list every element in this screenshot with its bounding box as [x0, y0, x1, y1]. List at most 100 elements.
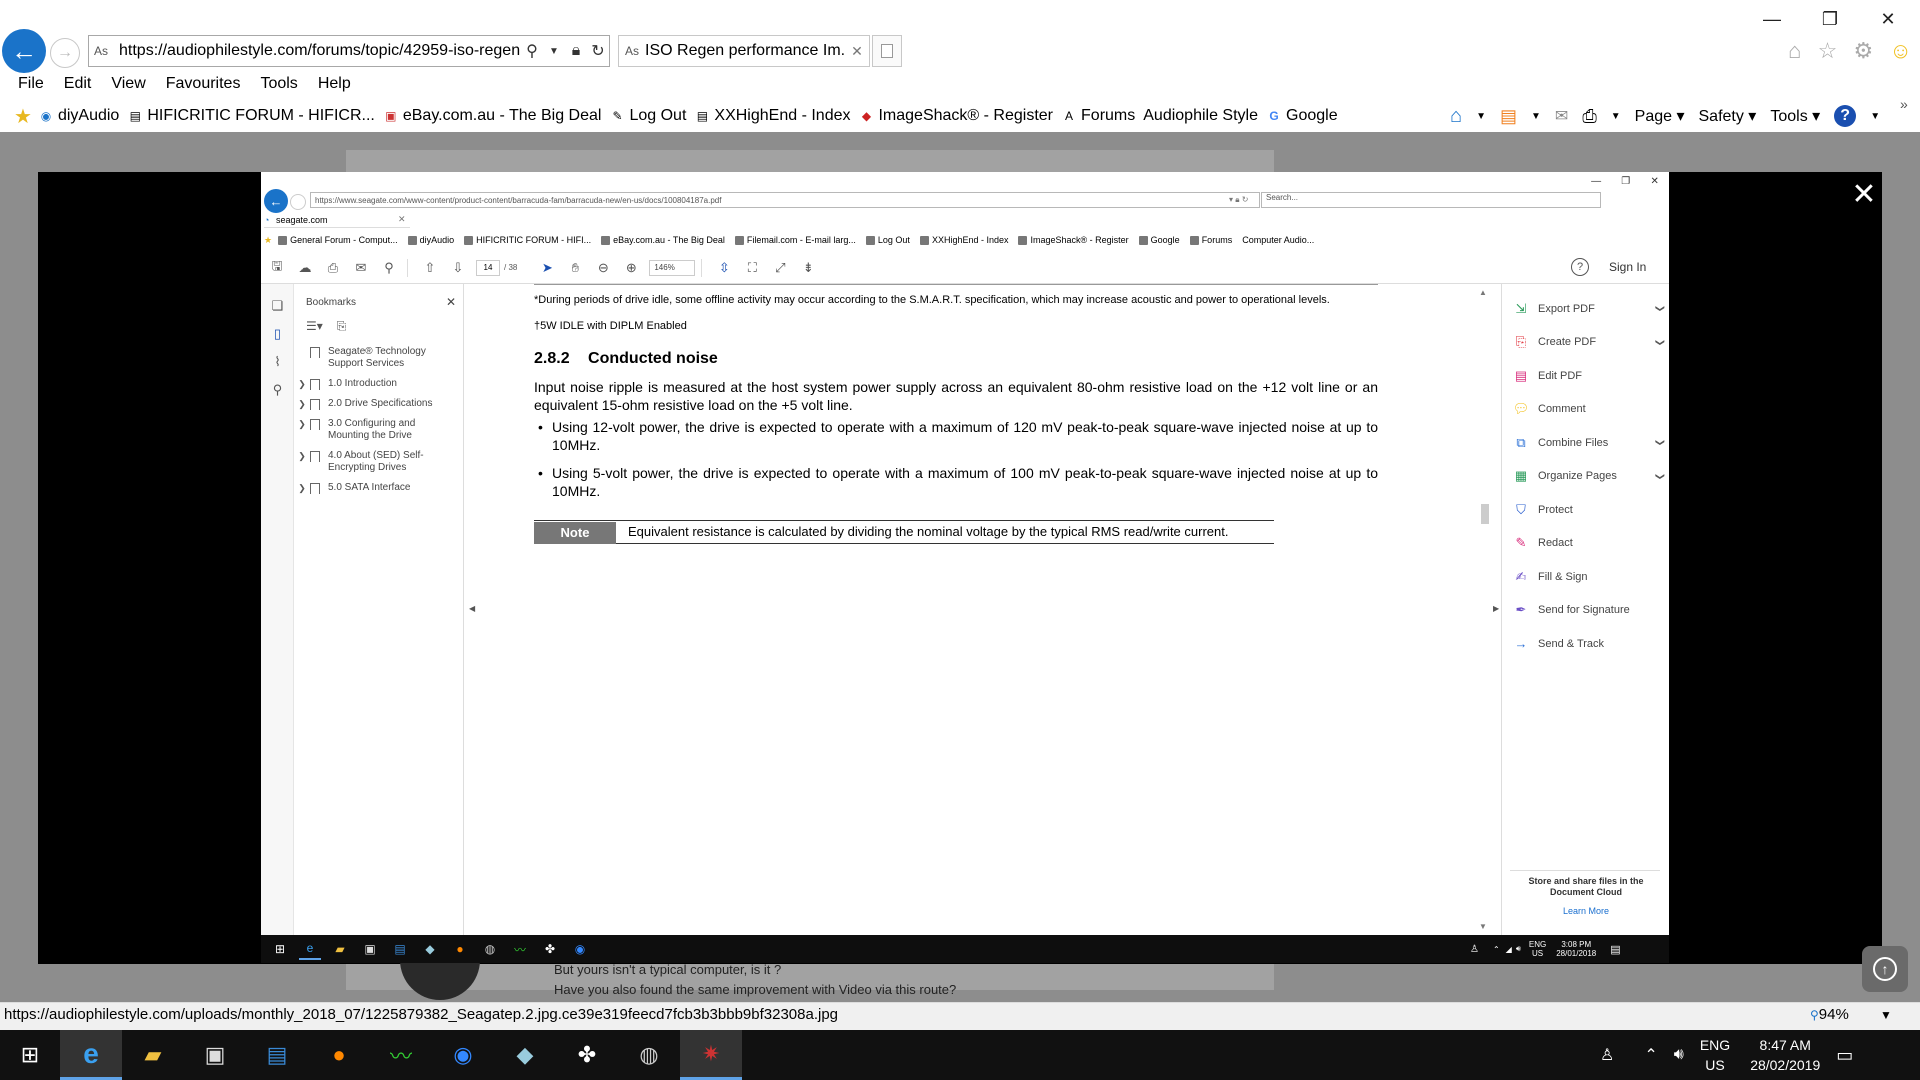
fav-item[interactable]: ✎ Log Out [609, 107, 694, 125]
fav-icon [865, 235, 875, 245]
print-icon[interactable]: ⎙ [1582, 106, 1596, 127]
zoom-icon: ⚲ [1810, 1008, 1819, 1022]
bookmark-icon [310, 451, 320, 462]
restore-button[interactable]: ❐ [1806, 4, 1854, 34]
scroll-to-top-button[interactable]: ↑ [1862, 946, 1908, 992]
command-page[interactable]: Page ▾ [1635, 106, 1685, 126]
file-explorer-icon[interactable]: ▰ [122, 1030, 184, 1080]
tool-label: Organize Pages [1538, 470, 1617, 483]
help-icon[interactable]: ? [1834, 105, 1857, 127]
back-button[interactable]: ← [2, 29, 46, 73]
new-tab-button[interactable] [872, 35, 902, 67]
app-icon[interactable]: ◍ [618, 1030, 680, 1080]
ie-icon[interactable]: e [60, 1030, 122, 1080]
scrollbar-thumb [1481, 504, 1489, 524]
volume-icon[interactable]: 🔊︎ [1674, 1046, 1684, 1064]
shopping-bag-icon: ▣ [385, 109, 397, 123]
add-favourite-star-icon[interactable]: ★ [14, 104, 32, 129]
minimize-button[interactable]: — [1748, 4, 1796, 34]
fav-label: Log Out [629, 107, 687, 124]
media-player-icon[interactable]: ● [308, 1030, 370, 1080]
person-icon[interactable]: ♙ [1600, 1045, 1614, 1065]
inner-fav-label: HIFICRITIC FORUM - HIFI... [476, 235, 592, 245]
fav-item[interactable]: ▤ HIFICRITIC FORUM - HIFICR... [127, 107, 383, 125]
chevron-right-icon: ❯ [298, 399, 306, 409]
tool-item-create-pdf: ⎘ Create PDF ❯ [1502, 326, 1670, 360]
toolbar-separator [407, 258, 408, 277]
rss-feed-icon[interactable]: ▤ [1500, 106, 1517, 127]
notifications-icon[interactable]: ▭ [1836, 1045, 1853, 1066]
app-icon[interactable]: ◉ [432, 1030, 494, 1080]
menu-help[interactable]: Help [308, 75, 361, 93]
dropdown-chevron-icon[interactable]: ▼ [1611, 111, 1621, 122]
tool-item-organize-pages: ▦ Organize Pages ❯ [1502, 460, 1670, 494]
command-tools-label: Tools [1770, 108, 1808, 125]
more-chevron-icon[interactable]: » [1900, 96, 1908, 112]
outlook-icon[interactable]: ▤ [246, 1030, 308, 1080]
refresh-icon[interactable]: ↻ [587, 41, 609, 61]
dropdown-chevron-icon[interactable]: ▼ [1476, 111, 1486, 122]
home-icon[interactable]: ⌂ [1788, 38, 1801, 64]
address-url[interactable]: https://audiophilestyle.com/forums/topic… [113, 42, 521, 60]
fav-label: Audiophile Style [1143, 107, 1258, 124]
close-window-button[interactable]: ✕ [1864, 4, 1912, 34]
app-icon[interactable]: ✷ [680, 1030, 742, 1080]
windows-start-icon[interactable]: ⊞ [0, 1030, 60, 1080]
hand-tool-icon: ✋︎ [571, 259, 580, 275]
chart-app-icon[interactable]: 〰 [370, 1030, 432, 1080]
menu-edit[interactable]: Edit [54, 75, 102, 93]
browser-tab-active[interactable]: As ISO Regen performance Im... ✕ [618, 35, 870, 67]
zoom-dropdown-icon[interactable]: ▼ [1880, 1008, 1892, 1022]
tab-close-icon[interactable]: ✕ [845, 43, 869, 60]
dropdown-chevron-icon[interactable]: ▼ [1870, 111, 1880, 122]
globe-icon: ◉ [40, 109, 52, 123]
address-bar[interactable]: As https://audiophilestyle.com/forums/to… [88, 35, 610, 67]
command-safety[interactable]: Safety ▾ [1699, 106, 1757, 126]
dropdown-chevron-icon[interactable]: ▼ [543, 46, 565, 57]
inner-fav-item: Filemail.com - E-mail larg... [734, 235, 856, 245]
command-tools[interactable]: Tools ▾ [1770, 106, 1820, 126]
menu-view[interactable]: View [101, 75, 155, 93]
page-number-input: 14 [476, 259, 500, 276]
zoom-level[interactable]: ⚲94% [1810, 1006, 1849, 1023]
home-icon[interactable]: ⌂ [1450, 105, 1462, 128]
export-pdf-icon: ⇲ [1515, 300, 1527, 316]
mail-icon[interactable]: ✉ [1555, 106, 1568, 126]
language-indicator: ENG US [1529, 940, 1546, 958]
favourites-star-icon[interactable]: ☆ [1818, 38, 1838, 64]
fav-item[interactable]: A Forums [1061, 107, 1143, 125]
settings-gear-icon[interactable]: ⚙ [1854, 38, 1874, 64]
fav-item[interactable]: ▣ eBay.com.au - The Big Deal [383, 107, 610, 125]
menu-tools[interactable]: Tools [250, 75, 307, 93]
new-tab-icon [881, 44, 893, 58]
fav-label: HIFICRITIC FORUM - HIFICR... [147, 107, 375, 124]
command-page-label: Page [1634, 108, 1673, 125]
app-icon[interactable]: ✤ [556, 1030, 618, 1080]
app-icon[interactable]: ▣ [184, 1030, 246, 1080]
lock-icon[interactable]: 🔒︎ [565, 42, 587, 60]
dropdown-chevron-icon[interactable]: ▼ [1531, 111, 1541, 122]
fav-item[interactable]: G Google [1266, 107, 1346, 125]
bullet-icon: • [538, 465, 543, 481]
fav-item[interactable]: Audiophile Style [1143, 107, 1266, 125]
status-url: https://audiophilestyle.com/uploads/mont… [4, 1006, 839, 1023]
document-cloud-promo: Store and share files in the Document Cl… [1502, 876, 1670, 916]
menu-file[interactable]: File [8, 75, 54, 93]
search-icon[interactable]: ⚲ [521, 41, 543, 61]
app-icon[interactable]: ◆ [494, 1030, 556, 1080]
fav-item[interactable]: ◆ ImageShack® - Register [858, 107, 1061, 125]
language-indicator[interactable]: ENG US [1700, 1035, 1730, 1075]
fav-item[interactable]: ◉ diyAudio [38, 107, 127, 125]
menu-bar: File Edit View Favourites Tools Help [0, 72, 1920, 96]
fav-item[interactable]: ▤ XXHighEnd - Index [694, 107, 858, 125]
smiley-feedback-icon[interactable]: ☺ [1889, 38, 1911, 64]
forward-button[interactable]: → [50, 38, 80, 68]
clock[interactable]: 8:47 AM 28/02/2019 [1750, 1035, 1820, 1075]
fav-label: Google [1286, 107, 1338, 124]
list-item: • Using 12-volt power, the drive is expe… [534, 418, 1378, 454]
menu-favourites[interactable]: Favourites [156, 75, 251, 93]
chevron-up-icon[interactable]: ⌃ [1644, 1045, 1657, 1065]
close-icon: ✕ [1650, 175, 1659, 187]
arrow-right-icon: → [57, 44, 73, 61]
lightbox-close-button[interactable]: ✕ [1846, 176, 1882, 212]
